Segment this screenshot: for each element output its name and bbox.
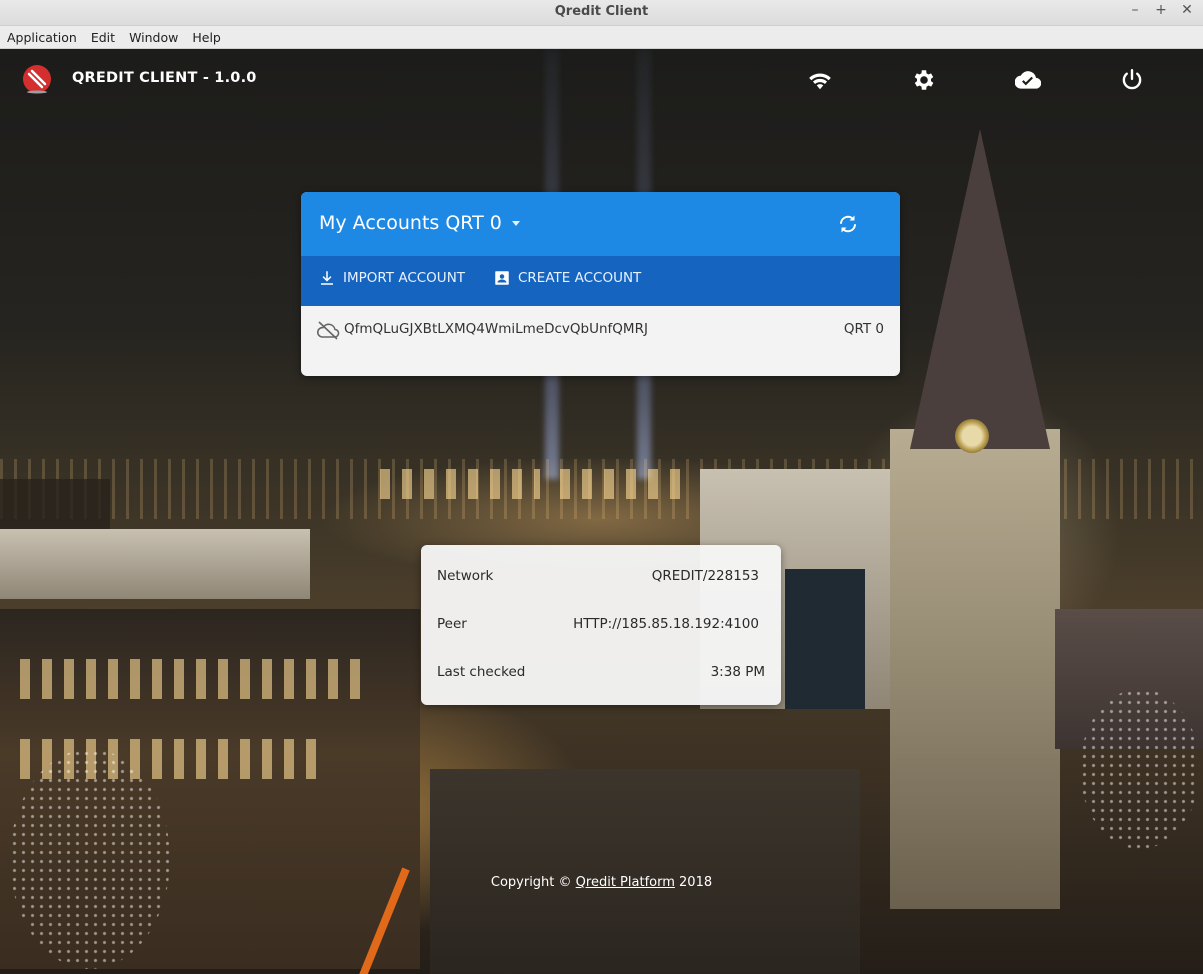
copyright-prefix: Copyright © [490,875,572,890]
accounts-actions: IMPORT ACCOUNT CREATE ACCOUNT [301,256,900,306]
menu-window[interactable]: Window [122,30,185,45]
refresh-icon[interactable] [836,212,860,236]
power-icon[interactable] [1119,67,1145,93]
window-titlebar: Qredit Client – + ✕ [0,0,1203,26]
import-account-button[interactable]: IMPORT ACCOUNT [318,269,465,287]
building-windows [20,659,360,699]
window-title: Qredit Client [554,4,649,19]
lit-tree [10,749,170,969]
app-header: QREDIT CLIENT - 1.0.0 [0,49,1203,113]
plaza [430,769,860,974]
copyright-year: 2018 [679,875,713,890]
create-account-label: CREATE ACCOUNT [518,270,642,286]
cloud-check-icon[interactable] [1014,67,1042,93]
last-checked-row: Last checked 3:38 PM [437,664,765,686]
account-box-icon [495,271,509,285]
download-icon [321,271,333,285]
app-background: QREDIT CLIENT - 1.0.0 My Accounts QRT 0 … [0,49,1203,974]
building-windows [380,469,540,499]
maximize-button[interactable]: + [1155,2,1167,18]
create-account-button[interactable]: CREATE ACCOUNT [493,269,641,287]
peer-row: Peer HTTP://185.85.18.192:4100 [437,616,765,638]
accounts-card: My Accounts QRT 0 IMPORT ACCOUNT CREATE … [301,192,900,376]
close-button[interactable]: ✕ [1181,2,1193,18]
building [785,569,865,709]
church-tower [890,429,1060,909]
settings-icon[interactable] [911,67,937,93]
app-title: QREDIT CLIENT - 1.0.0 [72,70,257,86]
network-row: Network QREDIT/228153 [437,568,765,590]
menu-edit[interactable]: Edit [84,30,122,45]
copyright-footer: Copyright © Qredit Platform 2018 [0,875,1203,890]
menu-help[interactable]: Help [185,30,228,45]
peer-value: HTTP://185.85.18.192:4100 [573,616,759,632]
network-value: QREDIT/228153 [651,568,759,584]
network-status-card: Network QREDIT/228153 Peer HTTP://185.85… [421,545,781,705]
cloud-off-icon [316,320,340,340]
window-controls: – + ✕ [1129,2,1193,18]
network-label: Network [437,568,494,584]
lit-tree [1080,689,1200,849]
account-balance: QRT 0 [843,321,884,337]
accounts-title[interactable]: My Accounts QRT 0 [319,212,502,234]
accounts-header: My Accounts QRT 0 [301,192,900,256]
wifi-icon[interactable] [807,67,833,93]
chevron-down-icon[interactable] [512,221,520,226]
peer-label: Peer [437,616,467,632]
qredit-platform-link[interactable]: Qredit Platform [576,875,675,890]
menubar: Application Edit Window Help [0,26,1203,49]
building-windows [560,469,680,499]
menu-application[interactable]: Application [0,30,84,45]
building [0,529,310,599]
last-checked-label: Last checked [437,664,526,680]
church-spire [910,129,1050,449]
qredit-logo-icon [22,64,52,94]
clock-face [955,419,989,453]
account-address: QfmQLuGJXBtLXMQ4WmiLmeDcvQbUnfQMRJ [344,321,648,337]
last-checked-value: 3:38 PM [710,664,765,680]
import-account-label: IMPORT ACCOUNT [343,270,466,286]
account-list-item[interactable]: QfmQLuGJXBtLXMQ4WmiLmeDcvQbUnfQMRJ QRT 0 [301,306,900,354]
minimize-button[interactable]: – [1129,2,1141,18]
